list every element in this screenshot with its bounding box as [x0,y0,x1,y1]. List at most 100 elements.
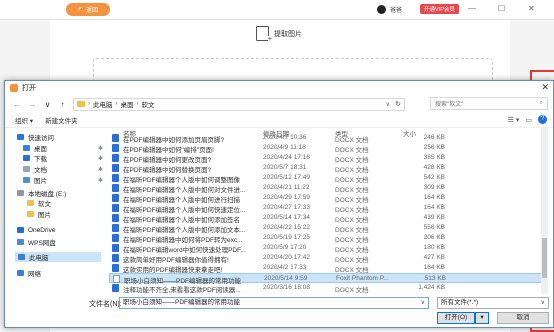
maximize-icon[interactable]: ☐ [498,4,505,13]
file-type: DOCX 文档 [335,287,369,294]
pdf-file-icon [113,275,120,283]
word-file-icon [112,174,119,182]
recent-locations-icon[interactable]: ∨ [43,100,52,109]
minimize-icon[interactable]: — [468,4,476,13]
vertical-scrollbar[interactable] [541,128,548,294]
sidebar-item-5[interactable]: 本地磁盘 (E:) [17,188,103,198]
pin-icon[interactable]: ✱ [98,145,103,152]
sidebar-item-2[interactable]: 下载 ✱ [23,153,109,163]
table-row[interactable]: 这款简单好用PDF编辑器你值得拥有! 2020/4/20 17:42 DOCX 文档… [109,253,545,264]
sidebar-item-label: 桌面 [34,146,47,153]
user-info[interactable]: 爸爸 [377,5,402,14]
table-row[interactable]: 在福昕PDF编辑器个人版中如何进行扫描 2020/4/29 17:59 DOCX 文… [109,193,545,204]
address-dropdown-icon[interactable]: ∨ [386,99,390,111]
table-row[interactable]: 在福昕PDF编辑器个人版中如何快速定位... 2020/4/27 17:33 DOC… [109,203,545,214]
table-row[interactable]: 在PDF编辑器中如何更改页面? 2020/4/24 17:16 DOCX 文档 385… [109,153,545,164]
address-bar[interactable]: › 此电脑 › 桌面 › 软文 ∨ ↻ [73,97,405,111]
document-icon [23,166,30,172]
file-size: 309 KB [423,184,445,191]
filename-dropdown-icon[interactable]: ∨ [421,298,425,308]
sidebar-item-label: 快速访问 [28,135,54,142]
preview-pane-icon[interactable]: ▭ [525,116,532,124]
back-button[interactable]: ↶ 返回 [66,3,110,16]
breadcrumb-desktop[interactable]: 桌面 [121,99,134,109]
table-row[interactable]: 这款实用的PDF编辑器快来拿走吧! 2020/4/2 17:33 DOCX 文档 16… [109,263,545,274]
table-row[interactable]: 在福昕PDF编辑word中如何快速处理PDF... 2020/5/9 17:20 D… [109,243,545,254]
table-row[interactable]: 在福昕PDF编辑器个人版中如何添加文本... 2020/4/22 15:22 DOC… [109,223,545,234]
open-button[interactable]: 打开(O) [437,312,475,324]
file-date: 2020/4/27 17:33 [263,204,310,211]
cancel-button[interactable]: 取消 [497,312,549,324]
filename-input[interactable]: 职场小白须知——PDF编辑器的常用功能 ∨ [119,297,429,309]
file-date: 2020/5/14 9:59 [264,275,308,282]
file-date: 2020/3/16 18:08 [263,284,310,291]
table-row[interactable]: 在福昕PDF编辑器中如何将PDF转为exc... 2020/5/19 17:25 D… [109,233,545,244]
forward-nav-icon[interactable]: → [28,100,37,109]
network-icon [17,270,24,276]
word-file-icon [112,134,119,142]
file-date: 2020/5/19 17:25 [263,234,310,241]
sidebar-item-8[interactable]: OneDrive [17,225,103,235]
sidebar-item-4[interactable]: 图片 ✱ [23,175,109,185]
sidebar-item-6[interactable]: 软文 [27,198,113,208]
close-icon[interactable]: ✕ [541,82,549,93]
table-row[interactable]: 注释功能不齐全,来看看这款PDF阅读器... 2020/3/16 18:08 DOC… [109,283,545,294]
sidebar-item-label: 此电脑 [29,255,49,262]
breadcrumb-this-pc[interactable]: 此电脑 [93,99,113,109]
back-button-label: 返回 [86,8,99,14]
vip-badge[interactable]: 开通VIP会员 [420,4,459,14]
table-row[interactable]: 职场小白须知——PDF编辑器的常用功能 2020/5/14 9:59 Foxit P… [109,273,545,285]
word-file-icon [112,154,119,162]
search-input[interactable]: 搜索"软文" ⌕ [430,97,548,110]
pin-icon[interactable]: ✱ [98,155,103,162]
table-row[interactable]: 在福昕PDF编辑器个人版中如何调整图像 2020/5/12 17:49 DOCX 文… [109,173,545,184]
extract-images-area[interactable]: 提取图片 [256,26,302,43]
file-date: 2020/4/2 17:33 [263,264,307,271]
file-date: 2020/4/7 10:36 [263,134,307,141]
sidebar-item-11[interactable]: 网络 [17,268,103,278]
up-folder-icon[interactable]: ↑ [58,100,67,109]
sidebar-item-7[interactable]: 图片 [27,209,113,219]
open-options-button[interactable]: ▾ [475,312,489,324]
word-file-icon [112,164,119,172]
table-row[interactable]: 在PDF编辑器中如何替换页面? 2020/5/7 18:31 DOCX 文档 428 … [109,163,545,174]
table-row[interactable]: 在福昕PDF编辑器个人版中如何添加签名 2020/5/14 17:34 DOCX 文… [109,213,545,224]
sidebar-item-9[interactable]: WPS网盘 [17,237,103,247]
avatar [377,5,386,14]
back-nav-icon[interactable]: ← [13,100,22,109]
word-file-icon [112,214,119,222]
sidebar-item-label: 图片 [38,212,51,219]
breadcrumb-ruanwen[interactable]: 软文 [142,99,155,109]
navigation-pane: 快速访问 桌面 ✱ 下载 ✱ 文档 ✱ 图片 ✱ 本地磁盘 (E:) 软文 图片 OneDrive WPS… [5,128,105,294]
sidebar-item-3[interactable]: 文档 ✱ [23,164,109,174]
cloud-icon [17,227,24,233]
file-size: 164 KB [423,194,445,201]
file-date: 2020/5/14 17:34 [263,214,310,221]
table-row[interactable]: 在PDF编辑器中如何"编排"页面! 2020/4/9 11:18 DOCX 文档 25… [109,143,545,154]
image-add-icon [256,26,272,43]
pin-icon[interactable]: ✱ [98,177,103,184]
close-app-icon[interactable]: ✕ [528,4,535,13]
refresh-icon[interactable]: ↻ [395,99,401,111]
table-row[interactable]: 在PDF编辑器中如何添加页眉页脚? 2020/4/7 10:36 DOCX 文档 24… [109,133,545,144]
sidebar-item-label: 图片 [34,178,47,185]
sidebar-item-1[interactable]: 桌面 ✱ [23,143,109,153]
sidebar-item-label: 下载 [34,156,47,163]
file-size: 206 KB [423,234,445,241]
scrollbar-thumb[interactable] [542,238,547,278]
app-icon [10,84,18,92]
help-icon[interactable]: ? [538,115,547,124]
table-row[interactable]: 在福昕PDF编辑器个人版中如何对文件进... 2020/4/21 11:22 DOC… [109,183,545,194]
filetype-select[interactable]: 所有文件(*.*) ∨ [437,297,549,309]
sidebar-item-10[interactable]: 此电脑 [15,252,101,262]
word-file-icon [112,284,119,292]
new-folder-button[interactable]: 新建文件夹 [45,115,78,125]
file-size: 164 KB [423,264,445,271]
view-options-icon[interactable]: ☰ ▾ [508,116,520,124]
organize-button[interactable]: 组织 ▾ [15,115,33,125]
dialog-toolbar: 组织 ▾ 新建文件夹 ☰ ▾ ▭ ? [5,113,553,128]
pin-icon[interactable]: ✱ [98,166,103,173]
word-file-icon [112,144,119,152]
user-name: 爸爸 [390,8,403,14]
sidebar-item-0[interactable]: 快速访问 [17,132,103,142]
